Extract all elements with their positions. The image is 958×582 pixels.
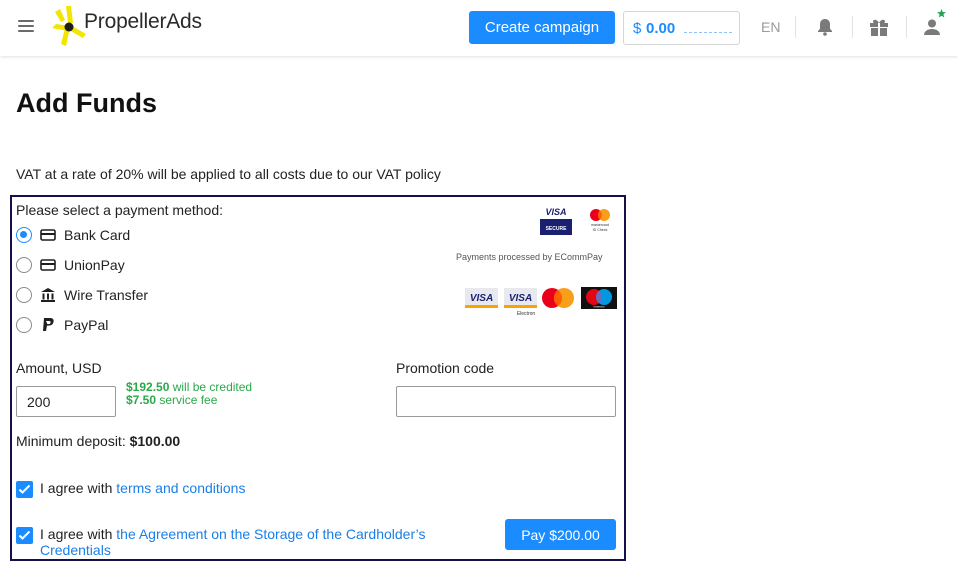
payments-processed-by: Payments processed by ECommPay [456,252,603,262]
header-divider [852,16,853,38]
electron-logo-text: Electron [517,311,536,317]
minimum-deposit-value: $100.00 [129,433,181,449]
menu-icon[interactable] [18,20,34,34]
mastercard-id-check-logo: mastercard ID Check [590,209,610,232]
bell-icon[interactable] [814,16,836,38]
visa-logo: VISA [465,288,498,308]
header-divider [906,16,907,38]
header-divider [795,16,796,38]
page-title: Add Funds [16,88,157,118]
checkmark-icon [18,530,31,540]
visa-secure-logo: VISA SECURE [540,207,572,235]
terms-link[interactable]: terms and conditions [116,480,245,496]
balance-amount: 0.00 [646,20,676,37]
user-icon[interactable] [921,16,943,38]
bank-icon [41,288,55,302]
terms-agreement: I agree with terms and conditions [40,480,245,496]
amount-label: Amount, USD [16,360,102,376]
vat-notice: VAT at a rate of 20% will be applied to … [16,166,441,182]
balance-currency: $ [633,20,642,37]
promo-code-input[interactable] [396,386,616,417]
visa-logo-text: VISA [470,293,493,304]
storage-agreement-link-cont[interactable]: Credentials [40,542,111,558]
radio-wire-transfer[interactable] [16,287,32,303]
create-campaign-button[interactable]: Create campaign [469,11,615,44]
balance-underline [684,32,732,33]
payment-panel [10,195,626,561]
balance-display[interactable]: $ 0.00 [623,11,740,45]
radio-unionpay[interactable] [16,257,32,273]
maestro-logo: maestro [581,287,617,309]
mastercard-logo [542,288,574,308]
storage-agreement-link[interactable]: the Agreement on the Storage of the Card… [116,526,425,542]
propellerads-logo[interactable] [52,6,86,46]
fee-amount: $7.50 [126,393,157,407]
card-icon [40,259,56,271]
notification-star-icon [937,9,946,18]
brand-name: PropellerAds [84,10,202,33]
credit-breakdown: $192.50 will be credited $7.50 service f… [126,381,252,407]
storage-prefix: I agree with [40,526,117,542]
id-check-logo-text: ID Check [593,228,608,232]
payment-method-label: Bank Card [64,227,131,243]
pay-button[interactable]: Pay $200.00 [505,519,616,550]
credited-text: will be credited [169,380,253,394]
checkmark-icon [18,484,31,494]
card-icon [40,229,56,241]
minimum-deposit-label: Minimum deposit: [16,433,130,449]
minimum-deposit: Minimum deposit: $100.00 [16,433,180,449]
visa-electron-logo: VISA Electron [504,288,537,317]
gift-icon[interactable] [868,16,890,38]
top-header: PropellerAds Create campaign $ 0.00 EN [0,0,958,56]
visa-electron-logo-text: VISA [509,293,532,304]
paypal-icon [43,318,54,331]
promo-code-label: Promotion code [396,360,495,376]
card-brand-logos: VISA VISA Electron maestro [465,287,617,317]
storage-agreement-checkbox[interactable] [16,527,33,544]
amount-input[interactable] [16,386,116,417]
mastercard-logo-text: mastercard [591,223,609,227]
language-switcher[interactable]: EN [761,19,780,35]
payment-method-label: PayPal [64,317,109,333]
radio-bank-card[interactable] [16,227,32,243]
radio-paypal[interactable] [16,317,32,333]
visa-secure-logo-text: VISA [545,207,566,217]
fee-text: service fee [156,393,218,407]
payment-method-label: Please select a payment method: [16,202,224,218]
storage-agreement: I agree with the Agreement on the Storag… [40,526,426,558]
payment-method-label: UnionPay [64,257,125,273]
visa-secure-logo-subtext: SECURE [546,226,568,232]
credited-amount: $192.50 [126,380,170,394]
payment-method-label: Wire Transfer [64,287,149,303]
terms-checkbox[interactable] [16,481,33,498]
terms-prefix: I agree with [40,480,117,496]
maestro-logo-text: maestro [594,305,605,309]
